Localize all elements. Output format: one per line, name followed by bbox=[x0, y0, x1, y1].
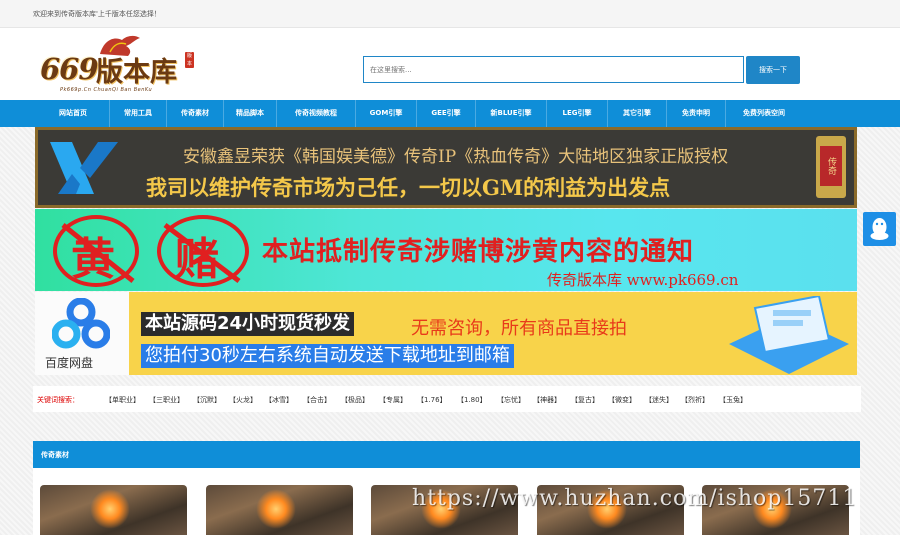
thumbnail-image bbox=[256, 489, 296, 529]
keyword-link[interactable]: 【合击】 bbox=[303, 395, 331, 405]
prohibit-slash-icon bbox=[61, 223, 241, 283]
keyword-link[interactable]: 【1.80】 bbox=[457, 395, 487, 405]
banner-notice[interactable]: 黄 赌 本站抵制传奇涉赌博涉黄内容的通知 传奇版本库 www.pk669.cn bbox=[35, 209, 857, 291]
nav-item-home[interactable]: 网站首页 bbox=[37, 100, 110, 127]
nav-item-other-engines[interactable]: 其它引擎 bbox=[608, 100, 667, 127]
banner-baidu-line1b: 无需咨询，所有商品直接拍 bbox=[411, 318, 627, 339]
keyword-link[interactable]: 【迷失】 bbox=[645, 395, 673, 405]
keyword-link[interactable]: 【1.76】 bbox=[417, 395, 447, 405]
search-button[interactable]: 搜索一下 bbox=[746, 56, 800, 84]
nav-item-leg[interactable]: LEG引擎 bbox=[547, 100, 608, 127]
top-bar: 欢迎来到传奇版本库'上千版本任您选择！ bbox=[0, 0, 900, 28]
thumbnail-image bbox=[90, 489, 130, 529]
keyword-label: 关键词搜索： bbox=[37, 396, 79, 404]
nav-item-gee[interactable]: GEE引擎 bbox=[417, 100, 476, 127]
keyword-bar: 关键词搜索： 【单职业】 【三职业】 【沉默】 【火龙】 【冰雪】 【合击】 【… bbox=[33, 386, 861, 412]
baidu-pan-icon bbox=[52, 298, 110, 349]
qq-float-button[interactable] bbox=[863, 212, 896, 246]
banner-baidu-line2: 您拍付30秒左右系统自动发送下载地址到邮箱 bbox=[141, 344, 514, 368]
keyword-link[interactable]: 【专属】 bbox=[379, 395, 407, 405]
banner-baidu-line1: 本站源码24小时现货秒发 bbox=[141, 312, 355, 336]
nav-item-blue[interactable]: 新BLUE引擎 bbox=[476, 100, 547, 127]
header: 669 版本库 版本库 Pk669p.Cn ChuanQi Ban BenKu … bbox=[0, 28, 900, 100]
keyword-link[interactable]: 【沉默】 bbox=[193, 395, 221, 405]
nav-item-scripts[interactable]: 精品脚本 bbox=[224, 100, 277, 127]
keyword-link[interactable]: 【玉兔】 bbox=[719, 395, 747, 405]
keyword-link[interactable]: 【单职业】 bbox=[105, 395, 140, 405]
banner-badge: 传奇 bbox=[820, 146, 842, 186]
keyword-link[interactable]: 【复古】 bbox=[571, 395, 599, 405]
baidu-logo-box: 百度网盘 bbox=[35, 292, 129, 375]
keyword-link[interactable]: 【冰雪】 bbox=[265, 395, 293, 405]
logo-number: 669 bbox=[40, 52, 99, 86]
keyword-link[interactable]: 【火龙】 bbox=[229, 395, 257, 405]
banner-authorization-line1: 安徽鑫昱荣获《韩国娱美德》传奇IP《热血传奇》大陆地区独家正版授权 bbox=[183, 147, 729, 167]
baidu-logo-text: 百度网盘 bbox=[45, 356, 94, 370]
banner-authorization[interactable]: 安徽鑫昱荣获《韩国娱美德》传奇IP《热血传奇》大陆地区独家正版授权 我司以维护传… bbox=[35, 127, 857, 208]
section-header: 传奇素材 bbox=[33, 441, 860, 468]
keyword-link[interactable]: 【三职业】 bbox=[149, 395, 184, 405]
logo-seal: 版本库 bbox=[185, 52, 194, 75]
welcome-text: 欢迎来到传奇版本库'上千版本任您选择！ bbox=[33, 10, 161, 18]
section-title[interactable]: 传奇素材 bbox=[41, 450, 69, 460]
banner-baidu-pan[interactable]: 百度网盘 本站源码24小时现货秒发 无需咨询，所有商品直接拍 您拍付30秒左右系… bbox=[35, 292, 857, 375]
qq-penguin-icon bbox=[870, 218, 889, 240]
keyword-link[interactable]: 【忘忧】 bbox=[497, 395, 525, 405]
computer-illustration-icon bbox=[729, 296, 849, 374]
keyword-link[interactable]: 【极品】 bbox=[341, 395, 369, 405]
site-logo[interactable]: 669 版本库 版本库 Pk669p.Cn ChuanQi Ban BenKu bbox=[38, 34, 198, 96]
nav-item-gom[interactable]: GOM引擎 bbox=[356, 100, 417, 127]
banner-badge-bg: 传奇 bbox=[816, 136, 846, 198]
nav-item-tools[interactable]: 常用工具 bbox=[110, 100, 167, 127]
nav-item-video-tutorials[interactable]: 传奇视频教程 bbox=[277, 100, 356, 127]
notice-title: 本站抵制传奇涉赌博涉黄内容的通知 bbox=[262, 237, 695, 267]
keyword-link[interactable]: 【微变】 bbox=[608, 395, 636, 405]
logo-text: 版本库 bbox=[96, 57, 177, 88]
nav-item-materials[interactable]: 传奇素材 bbox=[167, 100, 224, 127]
main-nav: 网站首页 常用工具 传奇素材 精品脚本 传奇视频教程 GOM引擎 GEE引擎 新… bbox=[0, 100, 900, 127]
watermark: https://www.huzhan.com/ishop15711 bbox=[412, 486, 858, 511]
material-thumbnail[interactable] bbox=[206, 485, 353, 535]
material-thumbnail[interactable] bbox=[40, 485, 187, 535]
logo-subtitle: Pk669p.Cn ChuanQi Ban BenKu bbox=[60, 87, 153, 93]
keyword-link[interactable]: 【烈祈】 bbox=[681, 395, 709, 405]
nav-item-disclaimer[interactable]: 免责申明 bbox=[667, 100, 726, 127]
banner-authorization-line2: 我司以维护传奇市场为己任，一切以GM的利益为出发点 bbox=[146, 175, 671, 200]
keyword-link[interactable]: 【神器】 bbox=[533, 395, 561, 405]
nav-item-free-space[interactable]: 免费列表空间 bbox=[726, 100, 802, 127]
notice-subtitle: 传奇版本库 www.pk669.cn bbox=[547, 271, 739, 289]
search-box bbox=[363, 56, 755, 83]
search-input[interactable] bbox=[364, 57, 755, 83]
x-logo-icon bbox=[50, 142, 118, 194]
